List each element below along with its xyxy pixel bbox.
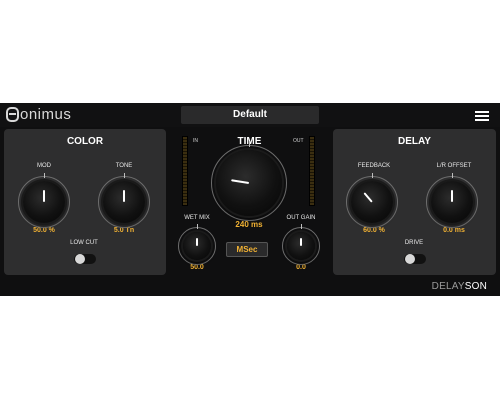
lr-offset-label: L/R OFFSET [436,163,472,169]
low-cut-toggle[interactable] [74,254,96,264]
wet-mix-value: 50.0 [190,264,204,271]
out-gain-knob-indicator [300,238,302,246]
color-title: COLOR [66,136,104,147]
feedback-knob[interactable] [351,181,393,223]
delay-title: DELAY [398,136,431,147]
product-brand-prefix: DELAY [431,281,465,292]
drive-label: DRIVE [404,240,424,246]
wet-mix-label: WET MIX [184,215,210,221]
hamburger-menu-icon[interactable] [475,111,489,121]
output-meter [309,136,315,206]
brand-logo: onimus [6,106,71,123]
time-knob-indicator [231,179,250,184]
wet-mix-knob[interactable] [183,232,211,260]
mod-knob-center-tick [44,173,45,178]
plugin-window: onimus Default COLOR MOD TONE 50.0 % 5.0… [0,103,500,296]
feedback-knob-center-tick [372,173,373,178]
out-gain-knob-center-tick [301,224,302,229]
out-gain-value: 0.0 [296,264,306,271]
tone-knob[interactable] [103,181,145,223]
wet-mix-knob-indicator [196,238,198,246]
feedback-value: 60.0 % [363,227,385,234]
wet-mix-knob-center-tick [197,224,198,229]
drive-toggle[interactable] [404,254,426,264]
input-meter [182,136,188,206]
time-mode-button[interactable]: MSec [226,242,268,257]
mod-label: MOD [37,163,51,169]
input-meter-label: IN [193,138,198,144]
mod-knob[interactable] [23,181,65,223]
time-knob-center-tick [249,142,250,147]
product-brand-suffix: SON [464,281,487,292]
tone-label: TONE [115,163,133,169]
mod-value: 50.0 % [33,227,55,234]
low-cut-label: LOW CUT [70,240,98,246]
out-gain-knob[interactable] [287,232,315,260]
output-meter-label: OUT [293,138,304,144]
top-bar: onimus Default [0,103,500,127]
lr-offset-knob[interactable] [431,181,473,223]
lr-offset-knob-indicator [451,190,453,202]
preset-selector[interactable]: Default [181,106,319,124]
time-value: 240 ms [235,220,263,229]
feedback-label: FEEDBACK [357,163,391,169]
time-knob[interactable] [216,150,282,216]
mod-knob-indicator [43,190,45,202]
out-gain-label: OUT GAIN [286,215,316,221]
s-logo-icon [6,107,19,122]
tone-knob-center-tick [124,173,125,178]
tone-value: 5.0 Tn [113,227,135,234]
feedback-knob-indicator [363,192,373,203]
brand-name: onimus [20,106,72,123]
product-brand: DELAYSON [432,281,487,292]
lr-offset-value: 0.0 ms [443,227,465,234]
tone-knob-indicator [123,190,125,202]
lr-offset-knob-center-tick [452,173,453,178]
